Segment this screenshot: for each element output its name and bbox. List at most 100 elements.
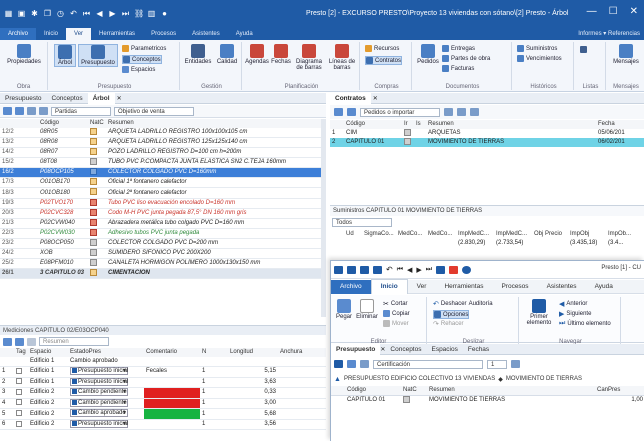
filter-estado[interactable]: Cambio aprobado: [68, 357, 144, 367]
tab-inicio[interactable]: Inicio: [370, 279, 408, 294]
expand-toggle[interactable]: [24, 137, 38, 149]
espacio-cell[interactable]: Edificio 2: [28, 387, 68, 399]
view-icon[interactable]: [3, 337, 12, 346]
table-row[interactable]: 12/2 08R05 ARQUETA LADRILLO REGISTRO 100x1…: [0, 128, 326, 139]
estado-dropdown[interactable]: Presupuesto inicial: [70, 377, 128, 386]
col-comentario[interactable]: Comentario: [144, 348, 200, 357]
facturas-button[interactable]: Facturas: [442, 65, 474, 72]
expand-icon[interactable]: [27, 107, 36, 115]
history-icon[interactable]: ◷: [56, 9, 65, 18]
expand-toggle[interactable]: [24, 228, 38, 239]
table-row[interactable]: 25/2 E08PFM010 CANALETA HORMIGÓN POLÍMERO …: [0, 258, 326, 270]
tab-ver[interactable]: Ver: [66, 28, 92, 40]
table-row[interactable]: 16/2 P08OCP105 COLECTOR COLGADO PVC D=160m…: [0, 167, 326, 179]
list-icon-button[interactable]: [580, 46, 587, 53]
longitud-cell[interactable]: 5,15: [228, 366, 278, 378]
table-row[interactable]: 17/3 O01OB170 Oficial 1ª fontanero calefac…: [0, 177, 326, 189]
estado-dropdown[interactable]: Presupuesto inicial: [70, 419, 128, 428]
table-row[interactable]: 14/2 08R07 POZO LADRILLO REGISTRO D=100 cm…: [0, 147, 326, 159]
table-row[interactable]: 19/3 P02TVO170 Tubo PVC liso evacuación en…: [0, 198, 326, 209]
close-tab-icon[interactable]: ✕: [117, 95, 122, 102]
tag-checkbox[interactable]: [16, 399, 22, 406]
table-row[interactable]: (2.830,29) (2.733,54) (3.435,18) (3.4...: [330, 239, 644, 248]
expand-toggle[interactable]: [24, 238, 38, 249]
arbol-button[interactable]: Árbol: [54, 44, 76, 67]
table-row[interactable]: 5 Edificio 2 Cambio aprobado 15,68: [0, 408, 326, 420]
ribbon-right-links[interactable]: Informes ▾ Referencias: [578, 28, 640, 40]
tab-ver[interactable]: Ver: [408, 280, 436, 294]
tab-contratos[interactable]: Contratos: [330, 92, 371, 104]
col-estadopres[interactable]: EstadoPres: [68, 348, 144, 357]
anchura-cell[interactable]: [278, 398, 326, 410]
table-row[interactable]: CAPITULO 01 MOVIMIENTO DE TIERRAS 1,00: [331, 396, 644, 406]
chart-icon[interactable]: ▥: [147, 9, 156, 18]
espacio-cell[interactable]: Edificio 1: [28, 366, 68, 378]
tag-cell[interactable]: [14, 408, 28, 420]
tab-herramientas[interactable]: Herramientas: [91, 28, 143, 40]
save-icon[interactable]: ▣: [17, 9, 26, 18]
expand-toggle[interactable]: [24, 268, 38, 280]
suministros-button[interactable]: Suministros: [517, 45, 557, 52]
expand-icon[interactable]: [360, 360, 369, 368]
refresh-icon[interactable]: [457, 108, 466, 116]
espacio-cell[interactable]: Edificio 2: [28, 398, 68, 410]
table-row[interactable]: 2 CAPITULO 01 MOVIMIENTO DE TIERRAS 06/0…: [330, 138, 644, 148]
fechas-button[interactable]: Fechas: [270, 44, 292, 65]
help-icon[interactable]: ●: [160, 9, 169, 18]
cortar-button[interactable]: ✂ Cortar: [383, 300, 408, 308]
maximize-button[interactable]: ☐: [609, 6, 618, 17]
col-resumen[interactable]: Resumen: [106, 119, 326, 128]
estado-cell[interactable]: Presupuesto inicial: [68, 419, 144, 431]
table-row[interactable]: 24/2 XOB SUMIDERO SIFÓNICO PVC 200X200: [0, 248, 326, 260]
table-row[interactable]: 26/1 3 CAPITULO 03 CIMENTACION: [0, 268, 326, 280]
longitud-cell[interactable]: 0,33: [228, 387, 278, 399]
espacio-cell[interactable]: Edificio 2: [28, 419, 68, 431]
col-codigo[interactable]: Código: [38, 119, 88, 128]
rehacer-button[interactable]: ↷ Rehacer: [433, 320, 464, 328]
chart-icon[interactable]: [449, 265, 459, 274]
estado-dropdown[interactable]: Cambio pendiente: [70, 388, 128, 397]
entidades-button[interactable]: Entidades: [184, 44, 212, 65]
tab-asistentes[interactable]: Asistentes: [184, 28, 228, 40]
estado-cell[interactable]: Cambio pendiente: [68, 398, 144, 410]
collapse-icon[interactable]: [39, 107, 48, 115]
certificacion-combo[interactable]: Certificación: [373, 359, 483, 369]
tab-ayuda[interactable]: Ayuda: [228, 28, 261, 40]
anchura-cell[interactable]: [278, 387, 326, 399]
tab-presupuesto[interactable]: Presupuesto: [331, 343, 381, 355]
col-canpres[interactable]: CanPres: [595, 386, 644, 396]
prev-icon[interactable]: ◀: [407, 266, 412, 274]
expand-toggle[interactable]: [24, 248, 38, 260]
last-icon[interactable]: ⏭: [121, 9, 130, 18]
longitud-cell[interactable]: 3,56: [228, 419, 278, 431]
table-row[interactable]: 4 Edificio 2 Cambio pendiente 13,00: [0, 398, 326, 410]
col-n[interactable]: N: [200, 348, 228, 357]
calidad-button[interactable]: Calidad: [214, 44, 240, 65]
last-icon[interactable]: ⏭: [426, 266, 432, 274]
levels-icon[interactable]: [15, 107, 24, 115]
levels-icon[interactable]: [15, 337, 24, 346]
table-row[interactable]: 18/3 O01OB180 Oficial 2ª fontanero calefac…: [0, 187, 326, 199]
properties-button[interactable]: Propiedades: [2, 44, 46, 65]
anchura-cell[interactable]: [278, 366, 326, 378]
grid-icon[interactable]: [334, 265, 343, 274]
tag-cell[interactable]: [14, 419, 28, 431]
col-ud[interactable]: Ud: [344, 230, 362, 239]
next-icon[interactable]: ▶: [416, 266, 421, 274]
col-is[interactable]: Is: [414, 120, 426, 129]
col-natc[interactable]: NatC: [401, 386, 427, 396]
n-cell[interactable]: 1: [200, 377, 228, 389]
n-cell[interactable]: 1: [200, 387, 228, 399]
tag-cell[interactable]: [14, 366, 28, 378]
eliminar-button[interactable]: Eliminar: [355, 299, 379, 320]
next-icon[interactable]: ▶: [108, 9, 117, 18]
comentario-cell[interactable]: [144, 408, 200, 420]
estado-cell[interactable]: Cambio pendiente: [68, 387, 144, 399]
anchura-cell[interactable]: [278, 377, 326, 389]
tab-archivo[interactable]: Archivo: [331, 279, 371, 294]
tab-procesos[interactable]: Procesos: [492, 280, 537, 294]
undo-icon[interactable]: ↶: [386, 265, 393, 274]
table-row[interactable]: 22/3 P02CVW030 Adhesivo tubos PVC junta pe…: [0, 228, 326, 239]
vencimientos-button[interactable]: Vencimientos: [517, 55, 562, 62]
col-codigo[interactable]: Código: [344, 120, 402, 129]
